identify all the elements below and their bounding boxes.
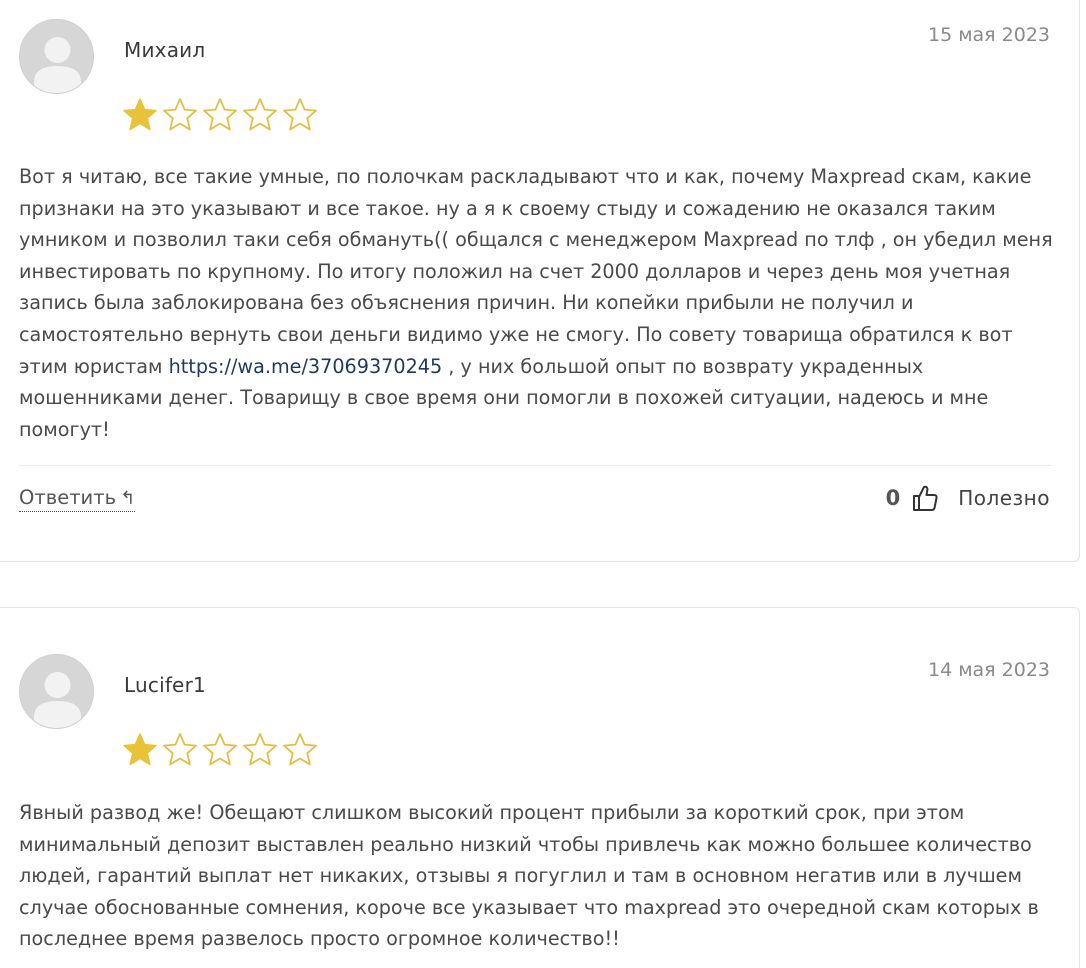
review-text: Явный развод же! Обещают слишком высокий… [19,801,1039,951]
star-icon [283,98,317,131]
divider [19,465,1051,466]
star-icon [203,98,237,131]
star-icon [163,733,197,766]
review-card: Михаил 15 мая 2023 Вот я читаю, все таки… [0,0,1080,562]
reply-button[interactable]: Ответить ↰ [19,486,136,512]
useful-button[interactable]: Полезно [958,486,1050,510]
star-icon [243,733,277,766]
star-icon [243,98,277,131]
star-icon [283,733,317,766]
review-author: Михаил [124,38,206,62]
review-author: Lucifer1 [124,673,206,697]
reply-arrow-icon: ↰ [120,488,136,509]
review-date: 15 мая 2023 [927,24,1050,46]
star-icon [123,733,157,766]
reply-label: Ответить [19,486,117,509]
star-icon [203,733,237,766]
user-avatar-icon [19,19,94,94]
review-text: Вот я читаю, все такие умные, по полочка… [19,161,1059,445]
review-text-part: Вот я читаю, все такие умные, по полочка… [19,165,1053,378]
review-card: Lucifer1 14 мая 2023 Явный развод же! Об… [0,607,1080,968]
review-date: 14 мая 2023 [927,659,1050,681]
votes: 0 Полезно [886,484,1050,512]
user-avatar-icon [19,654,94,729]
vote-count: 0 [885,486,901,510]
thumbs-up-icon[interactable] [912,484,938,512]
star-icon [123,98,157,131]
star-icon [163,98,197,131]
star-rating [122,732,318,770]
star-rating [122,97,318,135]
review-link[interactable]: https://wa.me/37069370245 [169,355,443,378]
